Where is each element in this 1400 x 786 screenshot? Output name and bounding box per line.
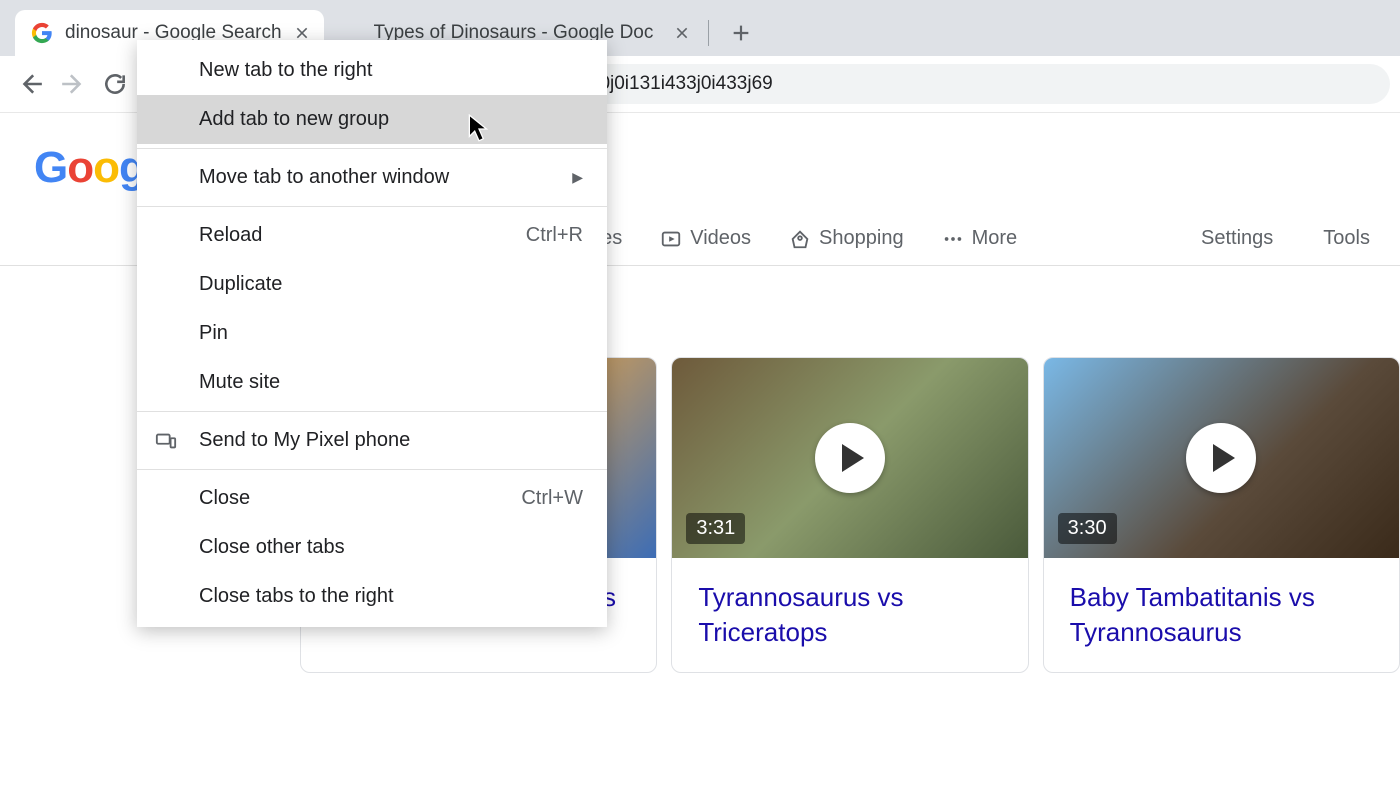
video-thumbnail: 3:30 [1044,358,1399,558]
tab-divider [708,20,709,46]
menu-pin[interactable]: Pin [137,309,607,358]
menu-separator [137,469,607,470]
settings-link[interactable]: Settings [1201,227,1273,250]
video-title: Baby Tambatitanis vs Tyrannosaurus [1044,558,1399,672]
tools-link[interactable]: Tools [1323,227,1370,250]
close-tab-icon[interactable] [672,23,692,43]
video-title: Tyrannosaurus vs Triceratops [672,558,1027,672]
menu-close-right[interactable]: Close tabs to the right [137,572,607,621]
shortcut-label: Ctrl+R [526,224,583,247]
menu-send-to-phone[interactable]: Send to My Pixel phone [137,416,607,465]
devices-icon [155,430,177,452]
new-tab-button[interactable] [723,15,759,51]
video-duration: 3:30 [1058,513,1117,544]
tab-context-menu: New tab to the right Add tab to new grou… [137,40,607,627]
video-thumbnail: 3:31 [672,358,1027,558]
menu-mute-site[interactable]: Mute site [137,358,607,407]
search-tab-videos[interactable]: Videos [660,213,751,264]
google-favicon [31,22,53,44]
cursor-icon [468,114,490,144]
shortcut-label: Ctrl+W [521,487,583,510]
menu-separator [137,206,607,207]
chevron-right-icon: ▶ [572,169,583,186]
video-duration: 3:31 [686,513,745,544]
menu-close[interactable]: Close Ctrl+W [137,474,607,523]
menu-new-tab-right[interactable]: New tab to the right [137,46,607,95]
video-card[interactable]: 3:31 Tyrannosaurus vs Triceratops [671,357,1028,673]
play-icon [1186,423,1256,493]
menu-duplicate[interactable]: Duplicate [137,260,607,309]
menu-reload[interactable]: Reload Ctrl+R [137,211,607,260]
reload-button[interactable] [94,63,136,105]
play-icon [815,423,885,493]
search-tab-more[interactable]: More [942,213,1018,264]
menu-close-other[interactable]: Close other tabs [137,523,607,572]
back-button[interactable] [10,63,52,105]
forward-button[interactable] [52,63,94,105]
menu-add-tab-to-group[interactable]: Add tab to new group [137,95,607,144]
menu-separator [137,411,607,412]
menu-move-tab-window[interactable]: Move tab to another window ▶ [137,153,607,202]
search-tab-shopping[interactable]: Shopping [789,213,904,264]
video-card[interactable]: 3:30 Baby Tambatitanis vs Tyrannosaurus [1043,357,1400,673]
menu-separator [137,148,607,149]
